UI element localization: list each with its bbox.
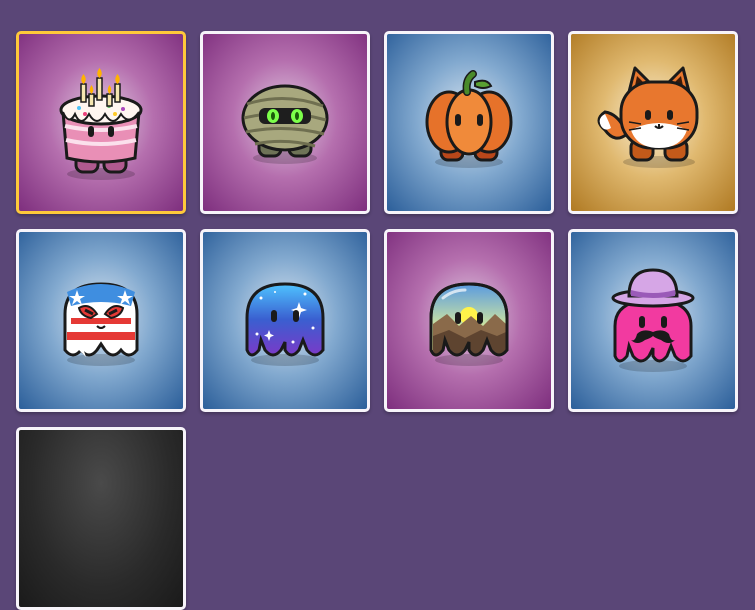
blook-tile-landscape[interactable] (384, 229, 554, 412)
landscape-blook-icon (429, 282, 509, 366)
mustache-pink-blook-icon (611, 268, 695, 372)
blook-tile-pumpkin[interactable] (384, 31, 554, 214)
blook-tile-fox[interactable] (568, 31, 738, 214)
fox-blook-icon (597, 66, 699, 168)
blook-tile-mustache[interactable] (568, 229, 738, 412)
blook-tile-mummy[interactable] (200, 31, 370, 214)
blook-tile-galaxy[interactable] (200, 229, 370, 412)
galaxy-blook-icon (245, 282, 325, 366)
blook-tile-birthday-cake[interactable] (16, 31, 186, 214)
birthday-cake-blook-icon (59, 68, 143, 180)
mummy-blook-icon (241, 84, 329, 164)
pumpkin-blook-icon (425, 70, 513, 168)
locked-blook-icon (19, 430, 183, 607)
blook-tile-luchador[interactable] (16, 229, 186, 412)
blook-tile-locked[interactable] (16, 427, 186, 610)
luchador-blook-icon (63, 282, 139, 366)
